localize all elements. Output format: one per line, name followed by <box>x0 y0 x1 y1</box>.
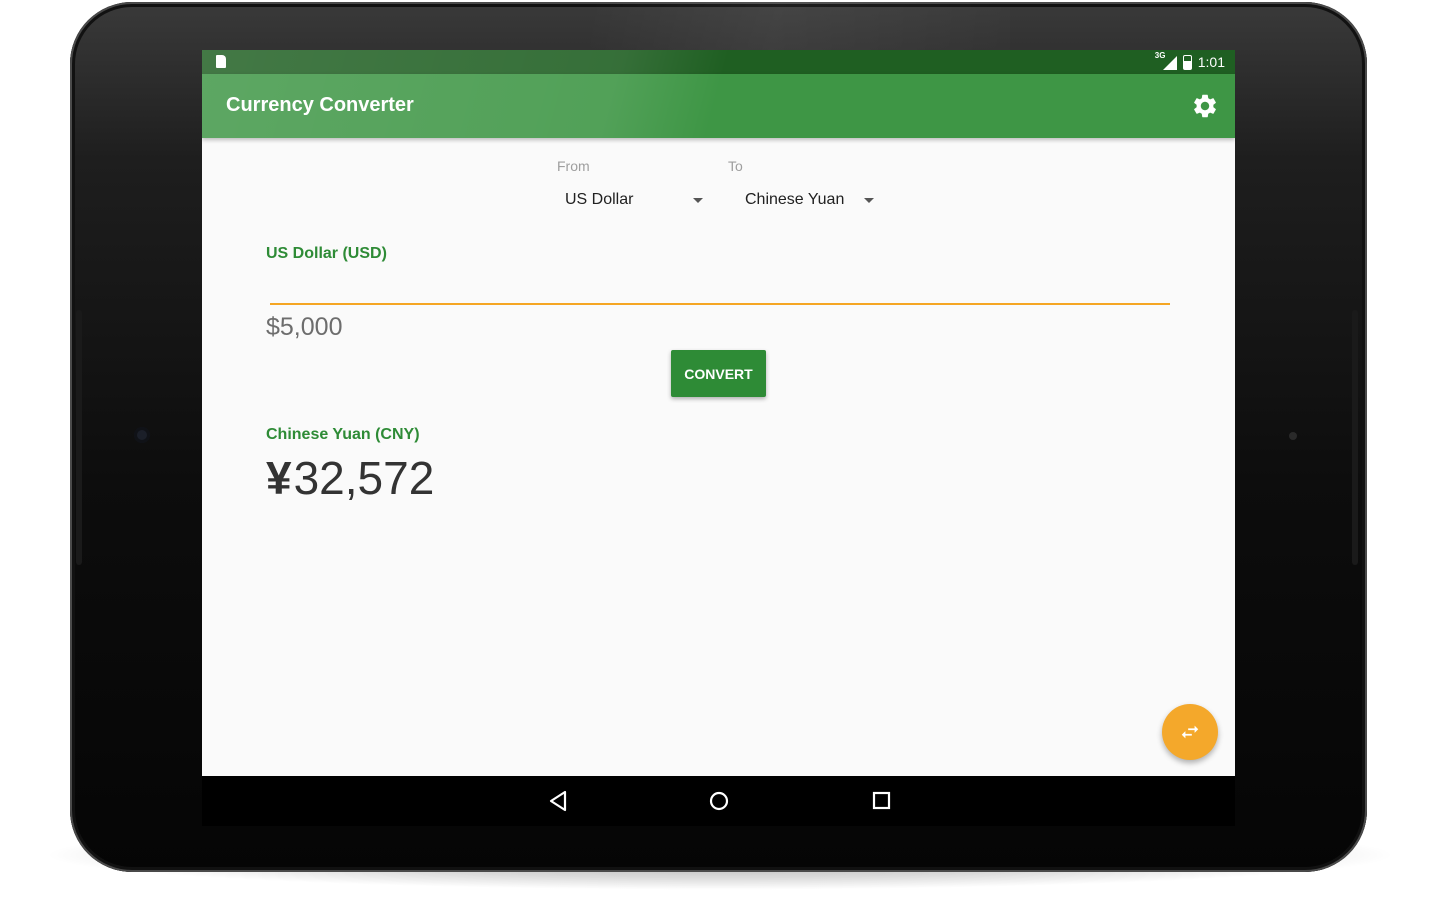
convert-button[interactable]: CONVERT <box>671 350 766 397</box>
front-camera <box>134 427 150 443</box>
speaker-grille-right <box>1352 310 1358 565</box>
output-currency-symbol: ¥ <box>266 452 292 504</box>
speaker-grille-left <box>76 310 82 565</box>
output-currency-title: Chinese Yuan (CNY) <box>266 426 420 443</box>
recent-apps-icon <box>872 791 891 810</box>
app-screen: 3G 1:01 Currency Converter From To US Do… <box>202 50 1235 826</box>
swap-icon <box>1181 725 1199 739</box>
amount-input[interactable] <box>270 265 1170 305</box>
from-currency-value: US Dollar <box>565 191 634 208</box>
app-title: Currency Converter <box>226 94 414 116</box>
to-currency-spinner[interactable]: Chinese Yuan <box>745 188 874 212</box>
to-currency-value: Chinese Yuan <box>745 191 845 208</box>
home-button[interactable] <box>706 788 732 814</box>
back-icon <box>549 790 567 812</box>
home-icon <box>709 791 729 811</box>
input-amount-display: $5,000 <box>266 313 342 342</box>
dropdown-caret-icon <box>693 197 703 203</box>
status-bar: 3G 1:01 <box>202 50 1235 74</box>
converted-amount: ¥ 32,572 <box>266 451 434 505</box>
light-sensor <box>1289 432 1297 440</box>
navigation-bar <box>202 776 1235 826</box>
input-currency-title: US Dollar (USD) <box>266 245 387 262</box>
from-currency-spinner[interactable]: US Dollar <box>565 188 703 212</box>
from-label: From <box>557 158 590 174</box>
output-amount-value: 32,572 <box>293 452 435 504</box>
battery-icon <box>1182 54 1192 70</box>
dropdown-caret-icon <box>864 197 874 203</box>
settings-button[interactable] <box>1191 92 1219 120</box>
recent-apps-button[interactable] <box>869 788 895 814</box>
sd-card-icon <box>216 55 226 68</box>
to-label: To <box>728 158 743 174</box>
input-currency-symbol: $ <box>266 313 280 341</box>
gear-icon <box>1194 94 1216 118</box>
status-icons: 3G 1:01 <box>1155 51 1225 71</box>
signal-icon: 3G <box>1155 51 1177 70</box>
back-button[interactable] <box>545 788 571 814</box>
status-time: 1:01 <box>1197 54 1225 70</box>
input-amount-value: 5,000 <box>279 313 343 341</box>
swap-currencies-button[interactable] <box>1162 704 1218 760</box>
app-bar: Currency Converter <box>202 74 1235 138</box>
